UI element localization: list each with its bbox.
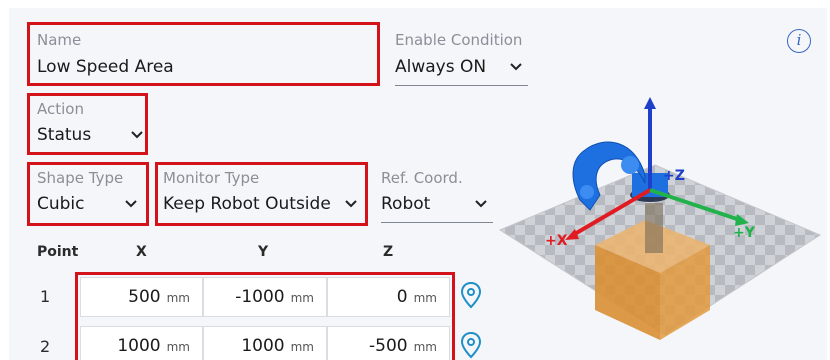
column-header-y: Y xyxy=(258,244,269,260)
ref-coord-select[interactable]: Robot xyxy=(381,194,430,214)
shape-type-label: Shape Type xyxy=(37,169,124,187)
action-select[interactable]: Status xyxy=(37,125,91,145)
points-table-highlight xyxy=(75,272,455,360)
enable-condition-select[interactable]: Always ON xyxy=(395,57,486,77)
ref-coord-underline xyxy=(381,222,493,223)
axis-label-z: +Z xyxy=(663,168,685,184)
chevron-down-icon[interactable] xyxy=(124,199,138,209)
axis-label-y: +Y xyxy=(733,225,756,241)
name-label: Name xyxy=(37,31,82,49)
axis-label-x: +X xyxy=(545,233,568,249)
chevron-down-icon[interactable] xyxy=(130,130,144,140)
location-pin-icon[interactable] xyxy=(460,281,482,309)
shape-type-select[interactable]: Cubic xyxy=(37,194,85,214)
column-header-z: Z xyxy=(383,244,394,260)
action-label: Action xyxy=(37,100,84,118)
column-header-point: Point xyxy=(37,244,79,260)
chevron-down-icon[interactable] xyxy=(474,199,488,209)
name-input[interactable]: Low Speed Area xyxy=(37,57,174,77)
location-pin-icon[interactable] xyxy=(460,331,482,359)
enable-condition-underline xyxy=(395,85,528,86)
robot-3d-preview: +Z +X +Y xyxy=(495,95,825,340)
monitor-type-select[interactable]: Keep Robot Outside xyxy=(163,194,331,214)
chevron-down-icon[interactable] xyxy=(344,199,358,209)
info-icon[interactable]: i xyxy=(787,29,811,53)
point-number: 2 xyxy=(40,337,51,356)
monitor-type-label: Monitor Type xyxy=(163,169,260,187)
ref-coord-label: Ref. Coord. xyxy=(381,169,463,187)
column-header-x: X xyxy=(136,244,147,260)
enable-condition-label: Enable Condition xyxy=(395,31,523,49)
point-number: 1 xyxy=(40,287,51,306)
chevron-down-icon[interactable] xyxy=(509,62,523,72)
